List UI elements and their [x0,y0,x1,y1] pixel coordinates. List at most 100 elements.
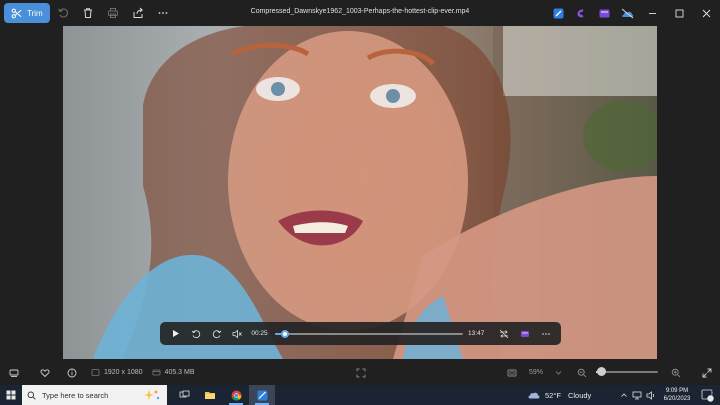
player-more-button[interactable] [535,324,556,344]
filmstrip-icon [9,369,18,377]
more-icon [158,12,168,14]
clock-time: 9:09 PM [665,388,689,394]
play-button[interactable] [165,324,186,344]
onedrive-icon [621,8,634,18]
zoom-value: 59% [529,369,544,376]
notification-count: 2 [711,391,715,397]
photos-button[interactable] [249,385,275,405]
file-size-icon [152,369,160,376]
system-tray [620,385,656,405]
designer-icon [553,8,564,18]
windows-icon [6,390,16,400]
rotate-icon [58,8,69,18]
taskbar: Type here to search 52°F Cloudy 9:09 PM … [0,385,720,405]
edit-clipchamp-button[interactable] [515,324,536,344]
duration: 13:47 [468,330,485,337]
seek-bar[interactable] [275,327,464,341]
fit-screen-button[interactable] [347,360,374,385]
cloud-icon [528,392,540,399]
file-explorer-button[interactable] [197,385,223,405]
file-title: Compressed_Dawnskye1962_1003-Perhaps-the… [250,8,470,15]
repeat-off-icon [500,329,509,338]
fullscreen-button[interactable] [693,360,720,385]
heart-icon [39,368,50,377]
speaker-icon[interactable] [646,390,656,400]
maximize-icon [675,9,684,17]
chrome-button[interactable] [223,385,249,405]
weather-widget[interactable]: 52°F Cloudy [527,385,591,405]
clipchamp-icon [577,8,584,17]
trim-icon [11,8,22,18]
fit-screen-icon [356,368,365,377]
rotate-button[interactable] [52,3,75,23]
weather-temp: 52°F [545,390,561,400]
search-highlight-icon [144,390,160,400]
weather-desc: Cloudy [567,390,592,400]
info-icon [67,368,76,377]
onedrive-button[interactable] [616,0,639,26]
chevron-up-icon[interactable] [620,391,628,399]
clipchamp-alt-button[interactable] [593,0,616,26]
filmstrip-button[interactable] [0,360,27,385]
seek-track [275,332,464,335]
resolution-icon [91,369,100,376]
share-icon [133,7,144,18]
play-icon [172,330,179,337]
zoom-slider-thumb[interactable] [596,367,606,376]
zoom-out-button[interactable] [568,360,595,385]
print-icon [108,8,119,18]
clipchamp-icon [521,330,529,337]
clock-date: 6/20/2023 [663,396,691,402]
rewind-10-icon [191,329,201,338]
print-button[interactable] [102,3,125,23]
actual-size-button[interactable] [498,360,525,385]
close-button[interactable] [693,0,720,26]
clipchamp-button[interactable] [570,0,593,26]
trim-button[interactable]: Trim [4,3,50,23]
delete-icon [84,8,93,18]
maximize-button[interactable] [666,0,693,26]
taskbar-clock[interactable]: 9:09 PM 6/20/2023 [657,387,697,403]
repeat-button[interactable] [494,324,515,344]
video-frame[interactable] [63,26,657,359]
rewind-button[interactable] [186,324,207,344]
photos-app-window: Trim Compressed_Dawnskye1962_1003-Perhap… [0,0,720,385]
player-controls: 00:25 13:47 [160,322,561,345]
minimize-icon [649,12,656,14]
resolution-info: 1920 x 1080 [91,368,143,377]
designer-button[interactable] [547,0,570,26]
favorite-button[interactable] [31,360,58,385]
file-explorer-icon [205,392,215,399]
delete-button[interactable] [77,3,100,23]
volume-button[interactable] [227,324,248,344]
zoom-out-icon [577,368,586,377]
task-view-icon [179,390,189,398]
status-bar: 1920 x 1080 405.3 MB 59% [0,360,720,385]
search-placeholder: Type here to search [42,390,109,400]
zoom-in-button[interactable] [662,360,689,385]
seek-thumb[interactable] [280,329,289,338]
network-icon[interactable] [632,391,642,400]
volume-mute-icon [232,329,243,338]
file-info-button[interactable] [58,360,85,385]
trim-label: Trim [27,8,43,18]
current-time: 00:25 [251,330,268,337]
zoom-in-icon [671,368,680,377]
search-icon [27,391,36,400]
video-content [93,26,657,359]
close-icon [702,9,711,17]
minimize-button[interactable] [639,0,666,26]
top-toolbar: Trim Compressed_Dawnskye1962_1003-Perhap… [0,0,720,26]
more-icon [541,332,550,335]
task-view-button[interactable] [171,385,197,405]
forward-button[interactable] [206,324,227,344]
resolution-text: 1920 x 1080 [104,369,143,376]
file-size-text: 405.3 MB [164,369,195,376]
taskbar-search-box[interactable]: Type here to search [22,385,167,405]
forward-30-icon [212,329,222,338]
start-button[interactable] [0,385,22,405]
share-button[interactable] [127,3,150,23]
zoom-dropdown[interactable]: 59% [523,363,568,382]
zoom-slider[interactable] [596,367,658,376]
chevron-down-icon [555,371,562,375]
